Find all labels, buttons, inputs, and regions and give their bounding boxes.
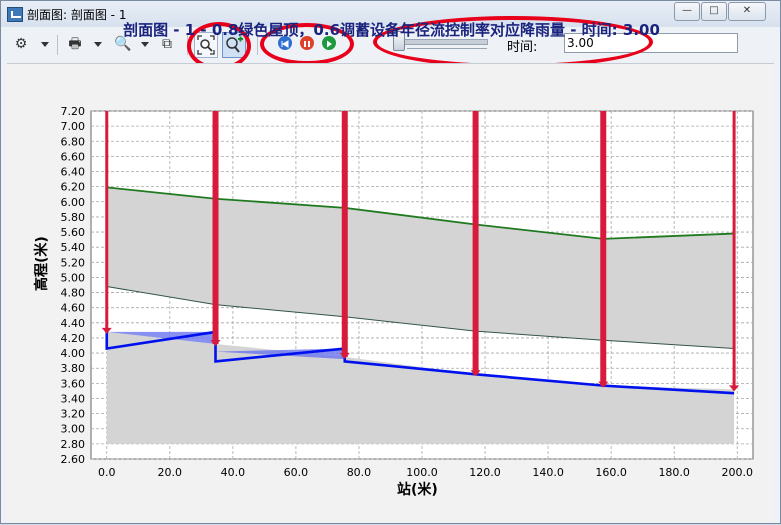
- chart-title: 剖面图 - 1 - 0.8绿色屋顶，0.6调蓄设备年径流控制率对应降雨量 - 时…: [123, 21, 660, 39]
- preview-dropdown-arrow[interactable]: [141, 42, 149, 47]
- print-dropdown-arrow[interactable]: [94, 42, 102, 47]
- y-axis-label: 高程(米): [34, 236, 50, 291]
- settings-dropdown-arrow[interactable]: [41, 42, 49, 47]
- chart-area: [7, 63, 774, 522]
- profile-window: 剖面图: 剖面图 - 1 — □ ✕ ⚙ 🖶 🔍 ⧉ 时间: 3.00 剖面图 …: [0, 0, 781, 524]
- x-axis-label: 站(米): [397, 482, 438, 498]
